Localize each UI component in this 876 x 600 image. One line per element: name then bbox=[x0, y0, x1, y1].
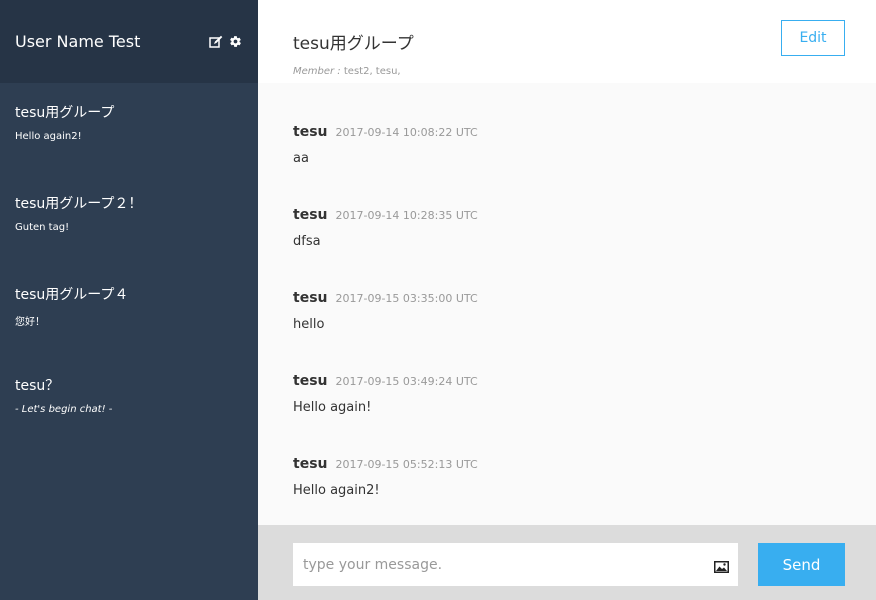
message-user: tesu bbox=[293, 456, 328, 472]
group-title: tesu用グループ bbox=[293, 34, 414, 54]
chat-main: tesu用グループ Member : test2, tesu, Edit tes… bbox=[258, 0, 876, 600]
group-item[interactable]: tesu？ - Let's begin chat! - bbox=[0, 356, 258, 447]
group-name: tesu？ bbox=[15, 378, 60, 394]
group-last-message: 您好！ bbox=[15, 317, 45, 328]
message-list: tesu 2017-09-14 10:08:22 UTC aa tesu 201… bbox=[258, 83, 876, 525]
message-input[interactable] bbox=[293, 543, 738, 586]
message-time: 2017-09-14 10:08:22 UTC bbox=[335, 126, 478, 139]
message-time: 2017-09-15 03:49:24 UTC bbox=[335, 375, 478, 388]
message: tesu 2017-09-14 10:08:22 UTC aa bbox=[293, 124, 478, 166]
sidebar: User Name Test tesu用グループ Hello again2! t… bbox=[0, 0, 258, 600]
group-last-message: - Let's begin chat! - bbox=[15, 404, 113, 415]
message: tesu 2017-09-14 10:28:35 UTC dfsa bbox=[293, 207, 478, 249]
message-text: aa bbox=[293, 151, 309, 166]
message-text: hello bbox=[293, 317, 325, 332]
message-text: Hello again! bbox=[293, 400, 372, 415]
sidebar-header: User Name Test bbox=[0, 0, 258, 83]
edit-button[interactable]: Edit bbox=[781, 20, 845, 56]
message-user: tesu bbox=[293, 373, 328, 389]
message-header: tesu 2017-09-14 10:28:35 UTC bbox=[293, 207, 478, 223]
message-input-wrapper bbox=[293, 543, 738, 586]
group-list: tesu用グループ Hello again2! tesu用グループ２！ Gute… bbox=[0, 83, 258, 447]
group-item[interactable]: tesu用グループ２！ Guten tag! bbox=[0, 174, 258, 265]
member-list: Member : test2, tesu, bbox=[293, 66, 401, 77]
gear-icon[interactable] bbox=[229, 35, 242, 48]
message-time: 2017-09-15 03:35:00 UTC bbox=[335, 292, 478, 305]
message: tesu 2017-09-15 03:35:00 UTC hello bbox=[293, 290, 478, 332]
message-user: tesu bbox=[293, 124, 328, 140]
group-name: tesu用グループ２！ bbox=[15, 196, 143, 212]
message-text: dfsa bbox=[293, 234, 321, 249]
message-time: 2017-09-14 10:28:35 UTC bbox=[335, 209, 478, 222]
message-text: Hello again2! bbox=[293, 483, 380, 498]
image-icon[interactable] bbox=[714, 558, 729, 577]
message-header: tesu 2017-09-14 10:08:22 UTC bbox=[293, 124, 478, 140]
group-item[interactable]: tesu用グループ Hello again2! bbox=[0, 83, 258, 174]
message: tesu 2017-09-15 03:49:24 UTC Hello again… bbox=[293, 373, 478, 415]
message-header: tesu 2017-09-15 03:49:24 UTC bbox=[293, 373, 478, 389]
message-header: tesu 2017-09-15 03:35:00 UTC bbox=[293, 290, 478, 306]
group-item[interactable]: tesu用グループ４ 您好！ bbox=[0, 265, 258, 356]
members-label: Member : bbox=[293, 66, 341, 77]
message-user: tesu bbox=[293, 207, 328, 223]
header-icons bbox=[209, 35, 242, 49]
send-button[interactable]: Send bbox=[758, 543, 845, 586]
user-name: User Name Test bbox=[15, 32, 141, 51]
chat-header: tesu用グループ Member : test2, tesu, Edit bbox=[258, 0, 876, 83]
group-last-message: Guten tag! bbox=[15, 222, 70, 233]
message-user: tesu bbox=[293, 290, 328, 306]
group-name: tesu用グループ４ bbox=[15, 287, 129, 303]
message-form: Send bbox=[258, 525, 876, 600]
group-last-message: Hello again2! bbox=[15, 131, 82, 142]
message-header: tesu 2017-09-15 05:52:13 UTC bbox=[293, 456, 478, 472]
edit-icon[interactable] bbox=[209, 35, 223, 49]
message-time: 2017-09-15 05:52:13 UTC bbox=[335, 458, 478, 471]
group-name: tesu用グループ bbox=[15, 105, 115, 121]
members-names: test2, tesu, bbox=[343, 66, 401, 77]
message: tesu 2017-09-15 05:52:13 UTC Hello again… bbox=[293, 456, 478, 498]
